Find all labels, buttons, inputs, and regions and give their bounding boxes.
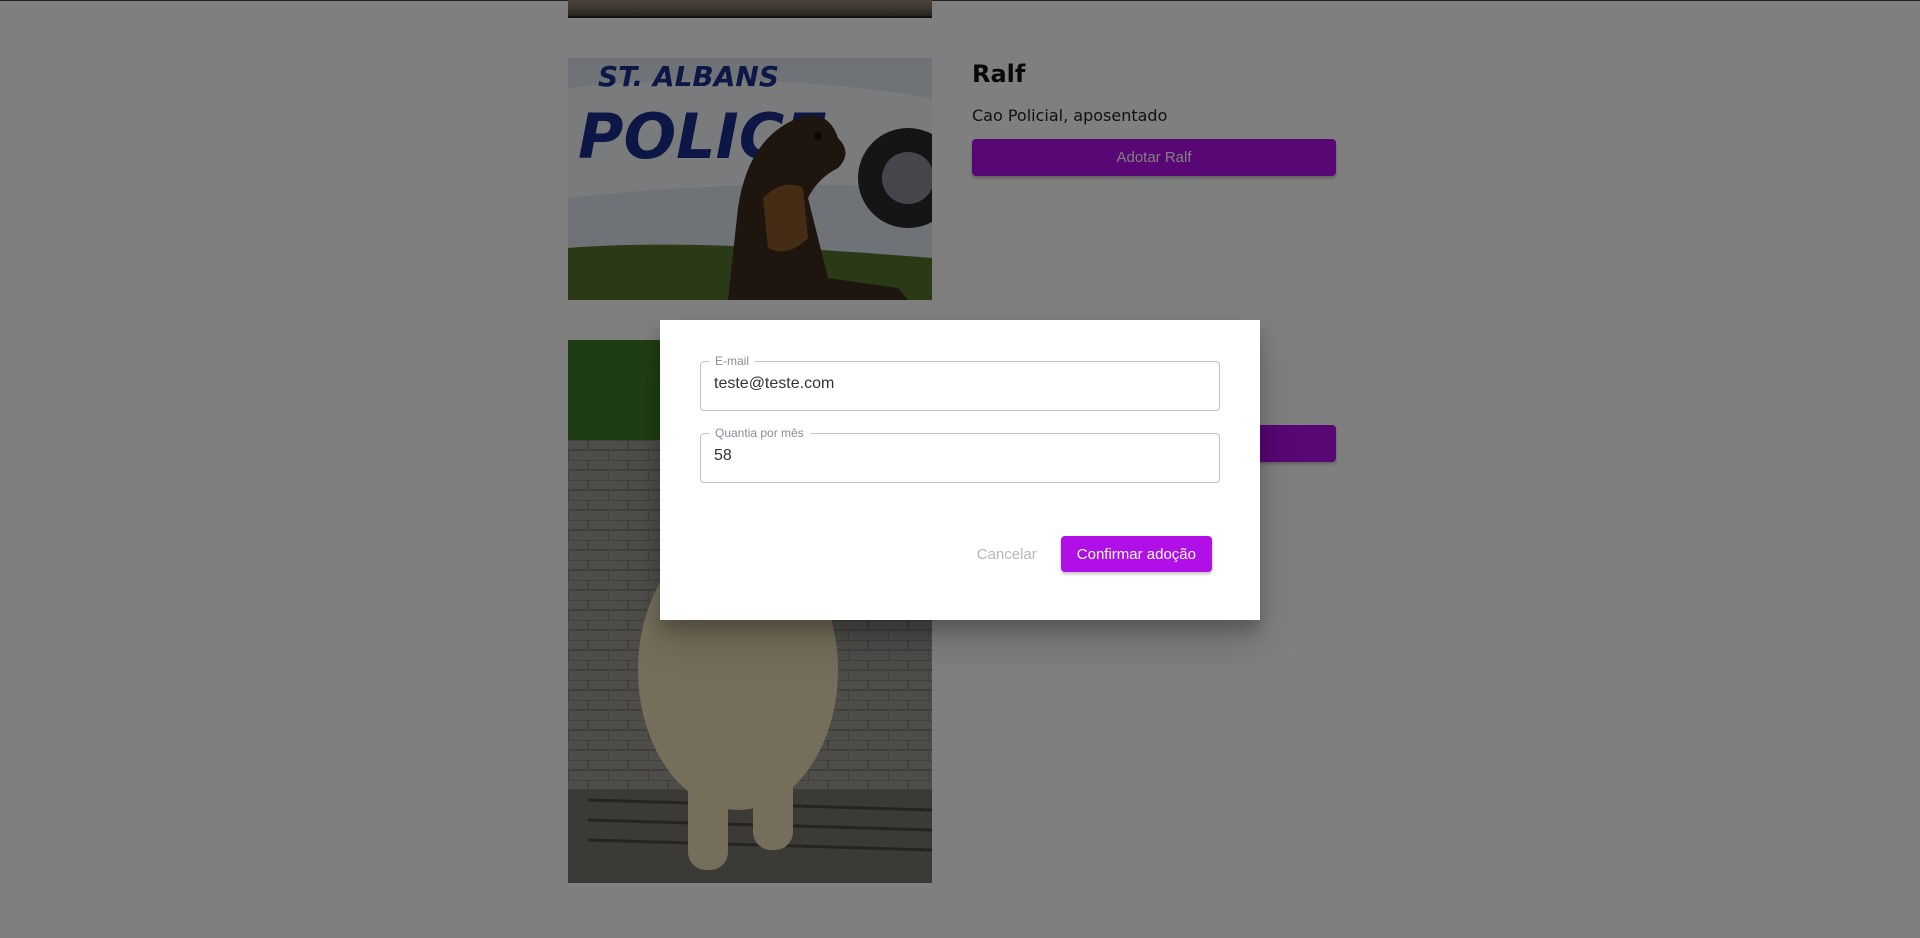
- cancel-button[interactable]: Cancelar: [969, 540, 1045, 569]
- amount-label: Quantia por mês: [715, 426, 804, 440]
- pet-list-page: ST. ALBANS POLICE Ralf Cao Policial, apo…: [0, 0, 1920, 938]
- adoption-dialog: E-mail Quantia por mês Cancelar Confirma…: [660, 320, 1260, 620]
- amount-field: Quantia por mês: [700, 427, 1220, 488]
- amount-input[interactable]: [714, 444, 1204, 468]
- email-field: E-mail: [700, 355, 1220, 416]
- dialog-actions: Cancelar Confirmar adoção: [969, 536, 1212, 572]
- email-input[interactable]: [714, 372, 1204, 396]
- email-label: E-mail: [715, 354, 750, 368]
- confirm-adoption-button[interactable]: Confirmar adoção: [1060, 536, 1212, 572]
